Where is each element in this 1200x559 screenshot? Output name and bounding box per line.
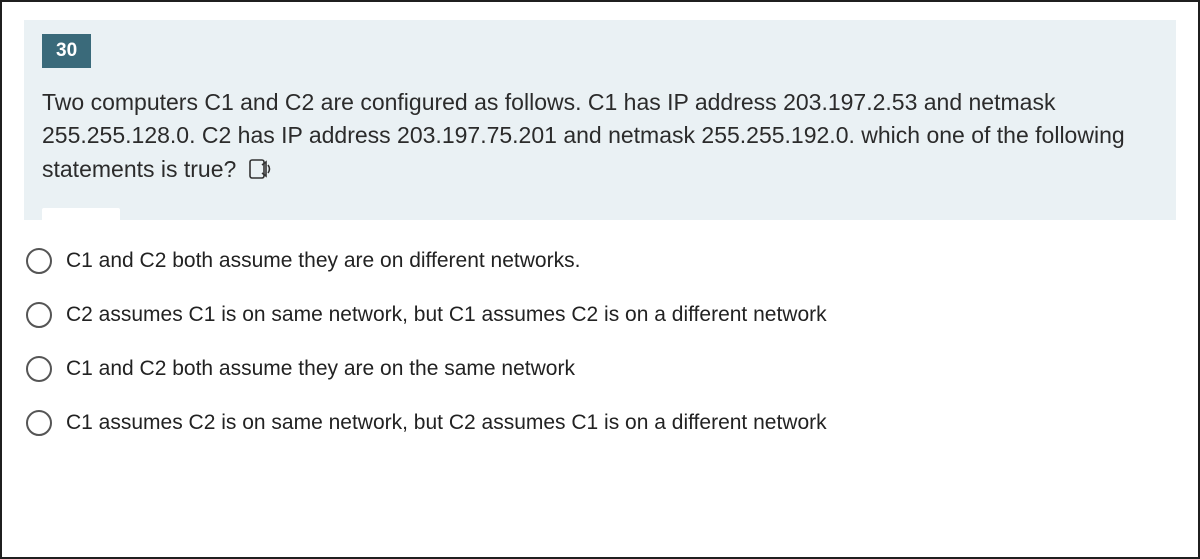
radio-unchecked-icon[interactable]	[26, 410, 52, 436]
radio-unchecked-icon[interactable]	[26, 302, 52, 328]
question-text-container: Two computers C1 and C2 are configured a…	[42, 86, 1158, 186]
option-label: C1 and C2 both assume they are on differ…	[66, 249, 580, 273]
read-aloud-icon[interactable]	[249, 159, 273, 179]
option-label: C1 assumes C2 is on same network, but C2…	[66, 411, 827, 435]
options-list: C1 and C2 both assume they are on differ…	[24, 248, 1176, 436]
radio-unchecked-icon[interactable]	[26, 248, 52, 274]
option-row[interactable]: C1 and C2 both assume they are on the sa…	[26, 356, 1174, 382]
radio-unchecked-icon[interactable]	[26, 356, 52, 382]
option-label: C1 and C2 both assume they are on the sa…	[66, 357, 575, 381]
option-row[interactable]: C1 assumes C2 is on same network, but C2…	[26, 410, 1174, 436]
redaction-block	[42, 208, 120, 230]
question-text: Two computers C1 and C2 are configured a…	[42, 89, 1125, 182]
question-frame: 30 Two computers C1 and C2 are configure…	[0, 0, 1200, 559]
option-row[interactable]: C1 and C2 both assume they are on differ…	[26, 248, 1174, 274]
option-label: C2 assumes C1 is on same network, but C1…	[66, 303, 827, 327]
question-card: 30 Two computers C1 and C2 are configure…	[24, 20, 1176, 220]
question-number-badge: 30	[42, 34, 91, 68]
option-row[interactable]: C2 assumes C1 is on same network, but C1…	[26, 302, 1174, 328]
